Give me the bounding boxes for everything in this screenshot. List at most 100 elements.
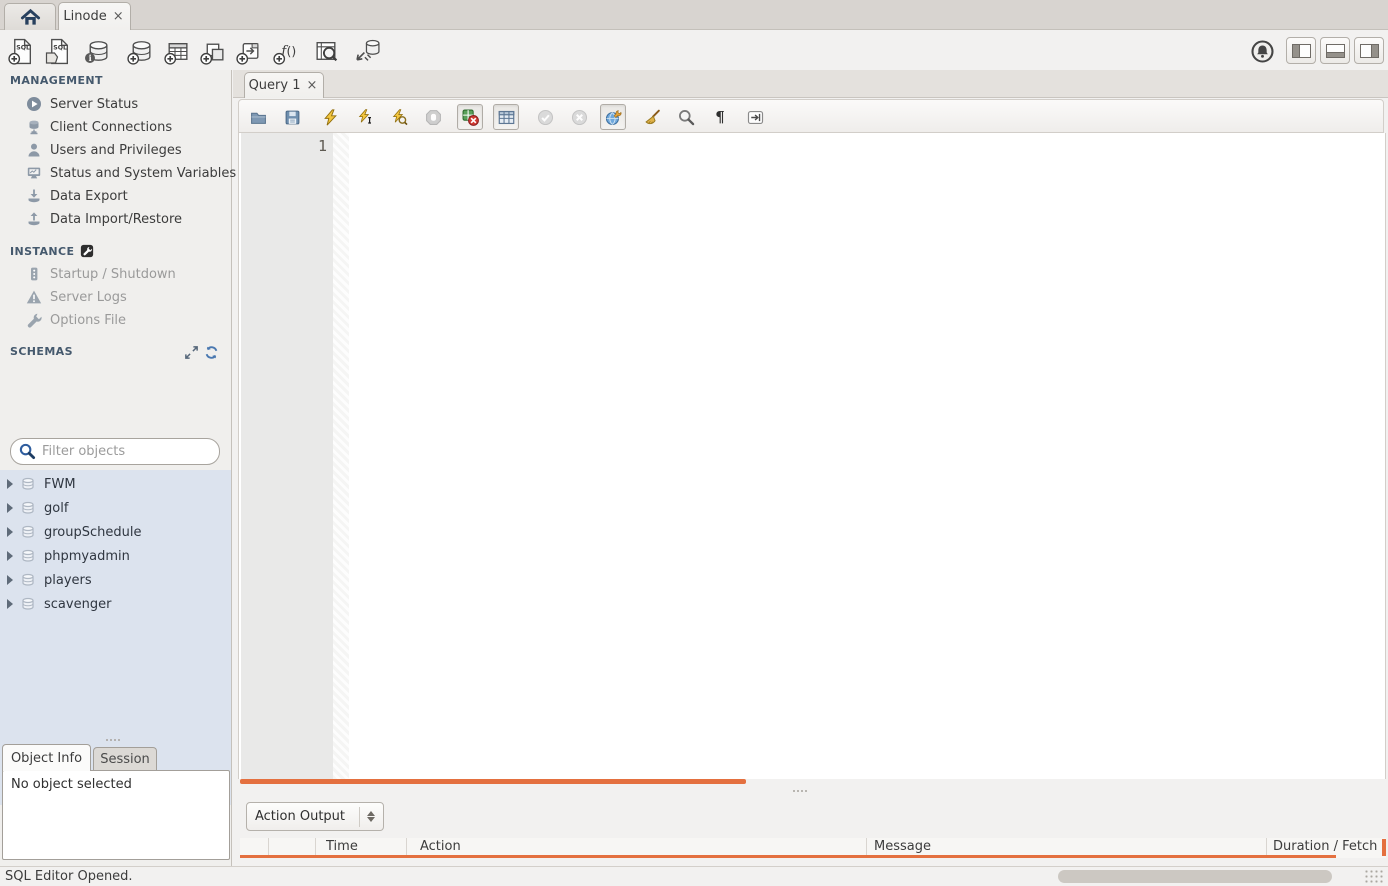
line-number: 1: [243, 137, 327, 155]
sidebar-item-status-system-variables[interactable]: Status and System Variables: [26, 162, 226, 184]
schema-row-phpmyadmin[interactable]: phpmyadmin: [0, 544, 231, 568]
tab-session[interactable]: Session: [93, 747, 157, 771]
sidebar-item-server-logs[interactable]: Server Logs: [26, 286, 226, 308]
status-message: SQL Editor Opened.: [5, 869, 133, 884]
notifications-bell-icon: [1250, 39, 1275, 64]
beautify-script-button[interactable]: [639, 104, 665, 130]
selector-spinner-icon: [359, 807, 375, 827]
sidebar-item-startup-shutdown[interactable]: Startup / Shutdown: [26, 263, 226, 285]
expander-icon[interactable]: [7, 551, 13, 561]
rollback-button[interactable]: [566, 104, 592, 130]
home-icon: [20, 7, 41, 28]
statusbar: SQL Editor Opened.: [0, 866, 1388, 886]
create-function-button[interactable]: [271, 36, 301, 66]
toggle-bottom-panel-button[interactable]: [1320, 37, 1350, 64]
schema-icon: [20, 596, 36, 612]
window-resize-grip[interactable]: [1364, 869, 1384, 885]
schema-row-scavenger[interactable]: scavenger: [0, 592, 231, 616]
output-vertical-scrollbar[interactable]: [1382, 839, 1386, 856]
bottom-panel-icon: [1326, 44, 1345, 58]
schema-row-golf[interactable]: golf: [0, 496, 231, 520]
schemas-section-header: SCHEMAS: [10, 345, 73, 358]
expander-icon[interactable]: [7, 527, 13, 537]
column-header-action[interactable]: Action: [420, 839, 461, 854]
schema-icon: [20, 548, 36, 564]
toggle-word-wrap-button[interactable]: [742, 104, 768, 130]
sidebar-item-client-connections[interactable]: Client Connections: [26, 116, 226, 138]
open-sql-file-button[interactable]: [43, 36, 73, 66]
schema-inspector-button[interactable]: i: [82, 36, 112, 66]
action-output-panel: Action Output Time Action Message Durati…: [233, 798, 1388, 866]
toggle-invisible-characters-button[interactable]: ¶: [707, 104, 733, 130]
expander-icon[interactable]: [7, 575, 13, 585]
output-horizontal-scrollbar-thumb[interactable]: [1058, 870, 1332, 883]
query-tabbar: Query 1 ×: [233, 70, 1388, 98]
explain-query-button[interactable]: [386, 104, 412, 130]
users-icon: [26, 142, 42, 158]
object-info-text: No object selected: [11, 777, 132, 792]
toggle-autocommit-button[interactable]: [600, 104, 626, 130]
create-schema-button[interactable]: [125, 36, 155, 66]
schema-row-fwm[interactable]: FWM: [0, 472, 231, 496]
schema-icon: [20, 524, 36, 540]
sidebar-item-users-privileges[interactable]: Users and Privileges: [26, 139, 226, 161]
data-export-icon: [26, 188, 42, 204]
commit-button[interactable]: [532, 104, 558, 130]
toggle-stop-on-error-button[interactable]: [457, 104, 483, 130]
editor-output-splitter[interactable]: [233, 784, 1388, 798]
tab-object-info[interactable]: Object Info: [2, 744, 91, 771]
instance-wrench-badge-icon: [80, 244, 94, 258]
main-toolbar: i: [0, 31, 1388, 70]
expander-icon[interactable]: [7, 479, 13, 489]
notifications-button[interactable]: [1247, 36, 1277, 66]
limit-result-rows-button[interactable]: [493, 104, 519, 130]
splitter-handle[interactable]: [793, 790, 807, 792]
data-import-icon: [26, 211, 42, 227]
sidebar-item-data-import-restore[interactable]: Data Import/Restore: [26, 208, 226, 230]
sidebar-splitter-handle[interactable]: [106, 739, 120, 741]
output-header-accent-line: [240, 855, 1336, 858]
expander-icon[interactable]: [7, 599, 13, 609]
expander-icon[interactable]: [7, 503, 13, 513]
create-view-button[interactable]: [198, 36, 228, 66]
schema-filter: [10, 438, 220, 465]
reconnect-dbms-button[interactable]: [352, 36, 382, 66]
save-script-button[interactable]: [279, 104, 305, 130]
create-procedure-button[interactable]: [234, 36, 264, 66]
new-query-tab-button[interactable]: [6, 36, 36, 66]
right-panel-icon: [1360, 44, 1379, 58]
schema-filter-input[interactable]: [42, 444, 212, 459]
sidebar-item-data-export[interactable]: Data Export: [26, 185, 226, 207]
create-table-button[interactable]: [162, 36, 192, 66]
connection-tab-linode[interactable]: Linode ×: [58, 2, 131, 30]
sidebar: MANAGEMENT Server Status Client Connecti…: [0, 70, 232, 866]
query-tab-1[interactable]: Query 1 ×: [244, 72, 324, 98]
schema-row-players[interactable]: players: [0, 568, 231, 592]
refresh-schemas-icon[interactable]: [204, 345, 219, 360]
schema-row-groupschedule[interactable]: groupSchedule: [0, 520, 231, 544]
expand-schemas-icon[interactable]: [184, 345, 199, 360]
column-header-message[interactable]: Message: [874, 839, 931, 854]
client-connections-icon: [26, 119, 42, 135]
sql-editor[interactable]: 1: [238, 133, 1386, 779]
system-variables-icon: [26, 165, 42, 181]
query-tab-label: Query 1: [249, 78, 301, 93]
column-header-time[interactable]: Time: [326, 839, 358, 854]
output-view-selector-label: Action Output: [255, 809, 345, 824]
toggle-left-sidebar-button[interactable]: [1286, 37, 1316, 64]
find-in-script-button[interactable]: [673, 104, 699, 130]
search-table-data-button[interactable]: [311, 36, 341, 66]
toggle-right-sidebar-button[interactable]: [1354, 37, 1384, 64]
connection-tab-close-icon[interactable]: ×: [111, 10, 126, 23]
sidebar-item-options-file[interactable]: Options File: [26, 309, 226, 331]
output-view-selector[interactable]: Action Output: [246, 802, 384, 831]
execute-button[interactable]: [317, 104, 343, 130]
open-script-button[interactable]: [245, 104, 271, 130]
sidebar-item-server-status[interactable]: Server Status: [26, 93, 226, 115]
query-tab-close-icon[interactable]: ×: [305, 79, 320, 92]
wrench-icon: [26, 312, 42, 328]
stop-execution-button[interactable]: [420, 104, 446, 130]
execute-current-statement-button[interactable]: [352, 104, 378, 130]
home-tab[interactable]: [4, 3, 56, 30]
column-header-duration-fetch[interactable]: Duration / Fetch: [1273, 839, 1386, 854]
